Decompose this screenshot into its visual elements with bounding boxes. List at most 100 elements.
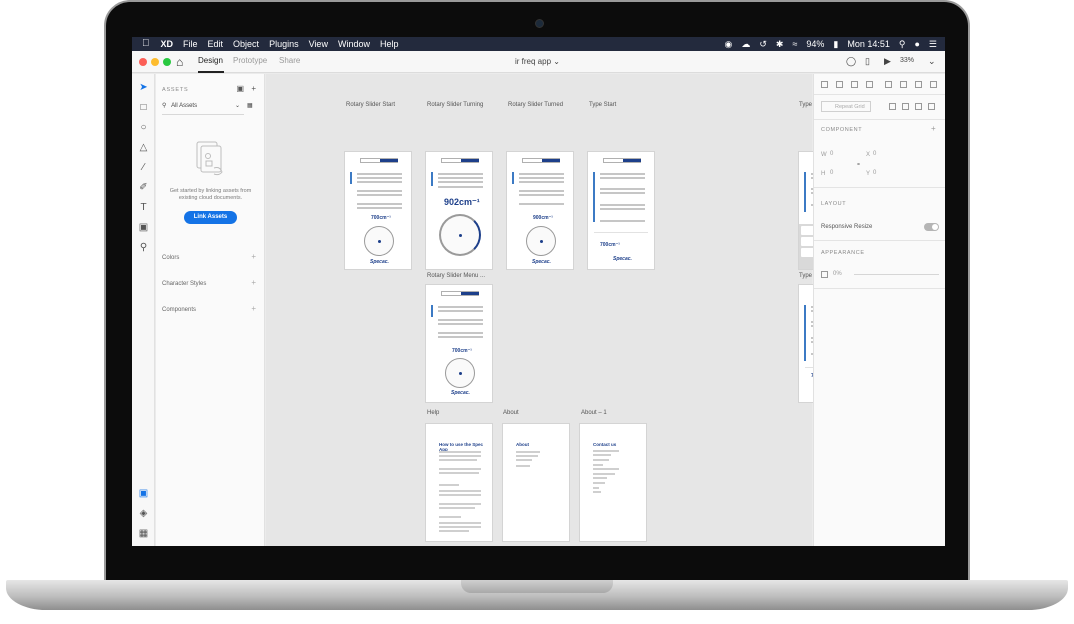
colors-section[interactable]: Colors: [162, 255, 179, 261]
menu-plugins[interactable]: Plugins: [264, 37, 304, 51]
creative-cloud-icon[interactable]: ◉: [724, 39, 732, 50]
repeat-grid-button[interactable]: Repeat Grid: [821, 101, 871, 112]
polygon-tool-icon[interactable]: △: [137, 141, 150, 154]
zoom-level[interactable]: 33%: [900, 57, 914, 64]
minimize-window-button[interactable]: [151, 58, 159, 66]
zoom-tool-icon[interactable]: ⚲: [137, 241, 150, 254]
siri-icon[interactable]: ●: [914, 39, 919, 49]
cloud-icon[interactable]: ☁: [741, 39, 750, 50]
lock-aspect-icon[interactable]: ⚭: [856, 161, 861, 168]
intersect-icon[interactable]: [915, 103, 922, 110]
distribute-horizontal-icon[interactable]: [866, 81, 873, 88]
x-field[interactable]: 0: [873, 151, 876, 157]
add-icon[interactable]: [889, 103, 896, 110]
assets-panel-icon[interactable]: ▣: [137, 487, 150, 500]
zoom-chevron-icon[interactable]: ⌄: [928, 56, 936, 67]
responsive-resize-toggle[interactable]: [924, 223, 939, 231]
align-left-icon[interactable]: [821, 81, 828, 88]
width-field[interactable]: 0: [830, 151, 833, 157]
menu-view[interactable]: View: [304, 37, 333, 51]
add-color-icon[interactable]: +: [251, 252, 256, 261]
menu-file[interactable]: File: [178, 37, 203, 51]
tab-design[interactable]: Design: [198, 56, 223, 65]
artboard-label[interactable]: Rotary Slider Turning: [427, 102, 483, 108]
artboard-label[interactable]: About: [503, 410, 519, 416]
close-window-button[interactable]: [139, 58, 147, 66]
menu-edit[interactable]: Edit: [203, 37, 229, 51]
opacity-slider[interactable]: [854, 274, 939, 275]
artboard-rotary-slider-turning[interactable]: 902cm⁻¹: [425, 151, 493, 270]
plugins-panel-icon[interactable]: ▦: [137, 527, 150, 540]
menu-bar:  XD File Edit Object Plugins View Windo…: [132, 37, 945, 51]
grid-view-icon[interactable]: ▦: [247, 102, 253, 109]
artboard-rotary-slider-start[interactable]: 700cm⁻¹ Specac.: [344, 151, 412, 270]
document-title[interactable]: ir freq app ⌄: [515, 57, 560, 66]
components-section[interactable]: Components: [162, 307, 196, 313]
align-middle-icon[interactable]: [900, 81, 907, 88]
link-assets-button[interactable]: Link Assets: [184, 211, 237, 224]
distribute-vertical-icon[interactable]: [930, 81, 937, 88]
menu-object[interactable]: Object: [228, 37, 264, 51]
add-component-icon[interactable]: +: [251, 304, 256, 313]
align-center-icon[interactable]: [836, 81, 843, 88]
select-tool-icon[interactable]: ➤: [137, 81, 150, 94]
play-icon[interactable]: ▶: [884, 56, 891, 67]
artboard-label[interactable]: Help: [427, 410, 439, 416]
artboard-help[interactable]: How to use the Spec App: [425, 423, 493, 542]
tab-share[interactable]: Share: [279, 56, 300, 65]
assets-filter[interactable]: ⚲ All Assets ⌄ ▦: [162, 102, 253, 109]
wifi-icon[interactable]: ≈: [792, 39, 797, 49]
align-top-icon[interactable]: [885, 81, 892, 88]
artboard-label[interactable]: About – 1: [581, 410, 607, 416]
clock[interactable]: Mon 14:51: [847, 39, 890, 49]
text-line: [439, 526, 481, 528]
artboard-label[interactable]: Type Start: [589, 102, 616, 108]
subtract-icon[interactable]: [902, 103, 909, 110]
filter-chevron-icon[interactable]: ⌄: [235, 102, 240, 109]
bluetooth-icon[interactable]: ✱: [776, 39, 784, 50]
add-character-style-icon[interactable]: +: [251, 278, 256, 287]
artboard-rotary-slider-turned[interactable]: 900cm⁻¹ Specac.: [506, 151, 574, 270]
text-line: [519, 190, 564, 192]
menu-help[interactable]: Help: [375, 37, 404, 51]
artboard-label[interactable]: Rotary Slider Menu ...: [427, 273, 485, 279]
pen-tool-icon[interactable]: ✐: [137, 181, 150, 194]
character-styles-section[interactable]: Character Styles: [162, 281, 206, 287]
battery-percent[interactable]: 94%: [806, 39, 824, 49]
text-tool-icon[interactable]: T: [137, 201, 150, 214]
link-document-icon[interactable]: ▣: [237, 84, 245, 93]
add-asset-icon[interactable]: +: [251, 84, 256, 93]
opacity-field[interactable]: 0%: [833, 271, 842, 277]
home-icon[interactable]: ⌂: [176, 55, 183, 69]
device-preview-icon[interactable]: ▯: [865, 56, 870, 67]
height-field[interactable]: 0: [830, 170, 833, 176]
artboard-label[interactable]: Rotary Slider Start: [346, 102, 395, 108]
add-component-icon[interactable]: +: [931, 124, 936, 133]
spotlight-icon[interactable]: ⚲: [899, 39, 906, 50]
artboard-about[interactable]: About: [502, 423, 570, 542]
text-line: [519, 194, 564, 196]
ellipse-tool-icon[interactable]: ○: [137, 121, 150, 134]
battery-icon[interactable]: ▮: [833, 39, 838, 50]
design-canvas[interactable]: Rotary Slider Start 700cm⁻¹ Specac. Rota…: [266, 74, 866, 546]
menu-window[interactable]: Window: [333, 37, 375, 51]
line-tool-icon[interactable]: ∕: [137, 161, 150, 174]
artboard-about-1[interactable]: Contact us: [579, 423, 647, 542]
align-bottom-icon[interactable]: [915, 81, 922, 88]
align-right-icon[interactable]: [851, 81, 858, 88]
time-machine-icon[interactable]: ↺: [759, 39, 767, 50]
zoom-window-button[interactable]: [163, 58, 171, 66]
notification-center-icon[interactable]: ☰: [929, 39, 937, 50]
artboard-tool-icon[interactable]: ▣: [137, 221, 150, 234]
user-icon[interactable]: ◯: [846, 56, 856, 67]
exclude-icon[interactable]: [928, 103, 935, 110]
artboard-type-start[interactable]: 700cm⁻¹ Specac.: [587, 151, 655, 270]
tab-prototype[interactable]: Prototype: [233, 56, 267, 65]
artboard-rotary-slider-menu[interactable]: 700cm⁻¹ Specac.: [425, 284, 493, 403]
artboard-label[interactable]: Rotary Slider Turned: [508, 102, 563, 108]
layers-panel-icon[interactable]: ◈: [137, 507, 150, 520]
rectangle-tool-icon[interactable]: □: [137, 101, 150, 114]
menu-app[interactable]: XD: [156, 37, 179, 51]
apple-icon[interactable]: : [132, 37, 156, 51]
y-field[interactable]: 0: [873, 170, 876, 176]
